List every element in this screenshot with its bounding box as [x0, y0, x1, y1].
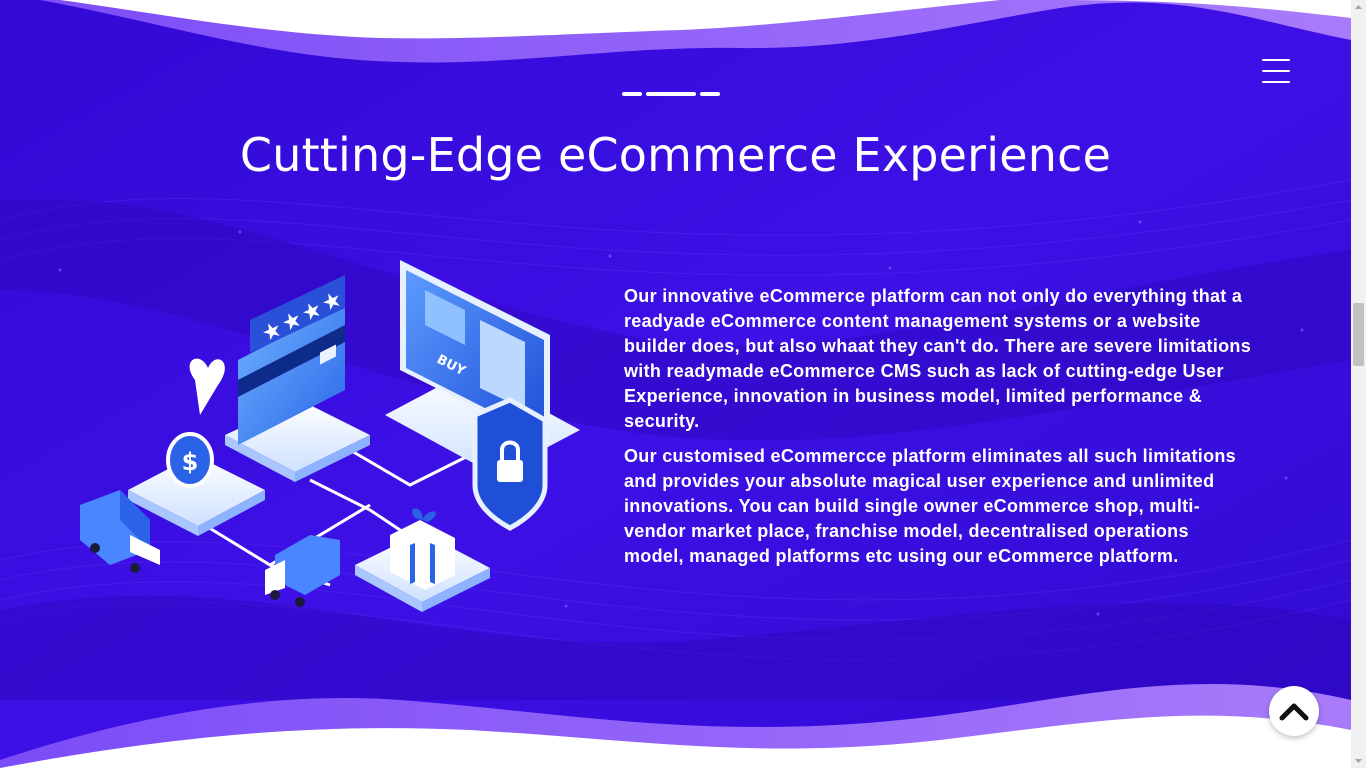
hamburger-menu-icon[interactable] — [1262, 56, 1290, 86]
section-description: Our innovative eCommerce platform can no… — [624, 284, 1252, 579]
menu-bar — [1262, 70, 1290, 72]
scroll-down-arrow-icon[interactable] — [1351, 753, 1366, 768]
scrollbar-thumb[interactable] — [1353, 303, 1364, 366]
paragraph-intro: Our innovative eCommerce platform can no… — [624, 286, 1252, 431]
menu-bar — [1262, 81, 1290, 83]
back-to-top-button[interactable] — [1269, 686, 1319, 736]
page: Cutting-Edge eCommerce Experience ★ ★ ★ … — [0, 0, 1351, 768]
chevron-up-icon — [1279, 703, 1309, 721]
delivery-truck-icon — [265, 535, 340, 607]
heart-icon — [189, 358, 225, 415]
scroll-up-arrow-icon[interactable] — [1351, 0, 1366, 15]
section-divider — [622, 92, 722, 97]
divider-dash — [622, 92, 642, 96]
ecommerce-illustration: ★ ★ ★ ★ $ BUY — [80, 260, 580, 612]
security-shield-icon — [472, 397, 548, 531]
section-title: Cutting-Edge eCommerce Experience — [239, 128, 1112, 182]
divider-dash — [700, 92, 720, 96]
svg-text:$: $ — [182, 448, 199, 476]
gift-platform — [355, 508, 490, 612]
menu-bar — [1262, 59, 1290, 61]
page-scrollbar[interactable] — [1351, 0, 1366, 768]
divider-dash — [646, 92, 696, 96]
paragraph-benefits: Our customised eCommercce platform elimi… — [624, 446, 1236, 566]
